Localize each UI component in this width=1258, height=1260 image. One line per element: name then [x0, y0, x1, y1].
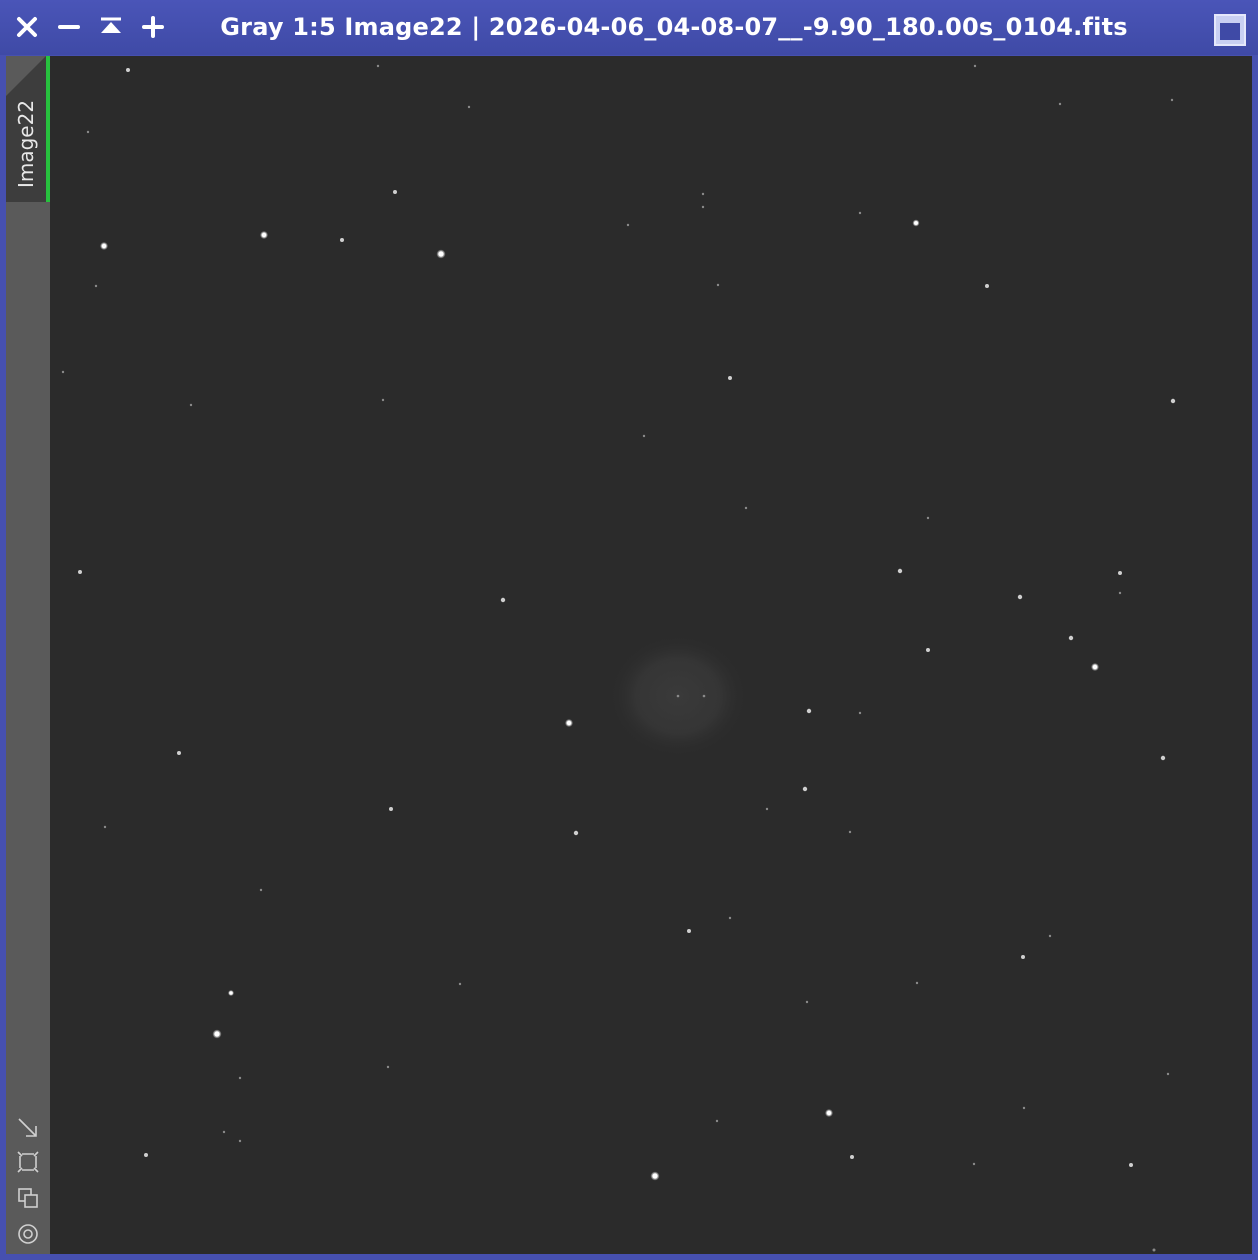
- view-sidebar: Image22: [6, 56, 50, 1254]
- star: [926, 648, 930, 652]
- star: [744, 506, 748, 510]
- star: [458, 982, 462, 986]
- minimize-icon: [58, 25, 80, 29]
- star: [222, 1130, 226, 1134]
- star: [728, 376, 732, 380]
- star: [1017, 594, 1023, 600]
- star: [259, 888, 263, 892]
- restore-icon: [1220, 23, 1240, 40]
- star-field-image: [61, 64, 1176, 1252]
- image-window: Gray 1:5 Image22 | 2026-04-06_04-08-07__…: [0, 0, 1258, 1260]
- star: [1170, 98, 1174, 102]
- star: [1068, 635, 1074, 641]
- tab-label: Image22: [14, 99, 38, 189]
- star: [716, 283, 720, 287]
- zoom-in-icon: [142, 16, 164, 38]
- minimize-button[interactable]: [52, 10, 86, 44]
- center-target-icon[interactable]: [16, 1222, 40, 1246]
- star: [805, 1000, 809, 1004]
- image-canvas[interactable]: [50, 56, 1252, 1254]
- star: [381, 398, 385, 402]
- star: [389, 807, 393, 811]
- star: [1129, 1163, 1133, 1167]
- star: [238, 1076, 242, 1080]
- star-core: [229, 991, 233, 995]
- star: [1021, 955, 1025, 959]
- stars: [61, 64, 1176, 1252]
- shade-button[interactable]: [94, 10, 128, 44]
- star: [972, 1162, 976, 1166]
- restore-button[interactable]: [1214, 14, 1246, 46]
- star: [702, 694, 706, 698]
- star: [642, 434, 646, 438]
- star-core: [101, 243, 107, 249]
- star: [701, 192, 705, 196]
- star: [701, 205, 705, 209]
- star: [500, 597, 506, 603]
- star-core: [826, 1110, 832, 1116]
- star-core: [566, 720, 572, 726]
- title-bar[interactable]: Gray 1:5 Image22 | 2026-04-06_04-08-07__…: [0, 0, 1258, 55]
- star: [126, 68, 130, 72]
- maximize-button[interactable]: [136, 10, 170, 44]
- star: [238, 1139, 242, 1143]
- star: [1170, 398, 1176, 404]
- view-tab-image22[interactable]: Image22: [6, 56, 50, 202]
- star: [386, 1065, 390, 1069]
- star-core: [438, 251, 444, 257]
- star: [985, 284, 989, 288]
- star: [61, 370, 65, 374]
- star: [393, 190, 397, 194]
- window-title: Gray 1:5 Image22 | 2026-04-06_04-08-07__…: [220, 13, 1128, 41]
- star: [376, 64, 380, 68]
- star: [573, 830, 579, 836]
- star-core: [914, 221, 918, 225]
- shade-icon: [101, 17, 121, 33]
- star: [626, 223, 630, 227]
- star-core: [1092, 664, 1098, 670]
- star: [850, 1155, 854, 1159]
- fit-view-icon[interactable]: [16, 1116, 40, 1140]
- star: [806, 708, 812, 714]
- star: [144, 1153, 148, 1157]
- star: [858, 211, 862, 215]
- star: [676, 694, 680, 698]
- close-button[interactable]: [10, 10, 44, 44]
- star: [897, 568, 903, 574]
- star: [340, 238, 344, 242]
- star: [86, 130, 90, 134]
- star: [915, 981, 919, 985]
- star: [1166, 1072, 1170, 1076]
- star: [1118, 591, 1122, 595]
- star: [1118, 571, 1122, 575]
- star: [78, 570, 82, 574]
- star: [728, 916, 732, 920]
- star-core: [214, 1031, 220, 1037]
- star: [802, 786, 808, 792]
- star: [926, 516, 930, 520]
- zoom-extents-icon[interactable]: [16, 1150, 40, 1174]
- star: [189, 403, 193, 407]
- tab-fold-corner: [6, 56, 46, 96]
- star: [467, 105, 471, 109]
- star: [687, 929, 691, 933]
- star: [1048, 934, 1052, 938]
- star: [94, 284, 98, 288]
- star: [1160, 755, 1166, 761]
- star: [1152, 1248, 1156, 1252]
- star: [973, 64, 977, 68]
- close-icon: [17, 17, 37, 37]
- star-core: [261, 232, 267, 238]
- star: [765, 807, 769, 811]
- star: [177, 751, 181, 755]
- star: [1022, 1106, 1026, 1110]
- clone-view-icon[interactable]: [16, 1186, 40, 1210]
- star-core: [652, 1173, 658, 1179]
- star: [858, 711, 862, 715]
- star: [103, 825, 107, 829]
- star: [848, 830, 852, 834]
- star: [715, 1119, 719, 1123]
- star: [1058, 102, 1062, 106]
